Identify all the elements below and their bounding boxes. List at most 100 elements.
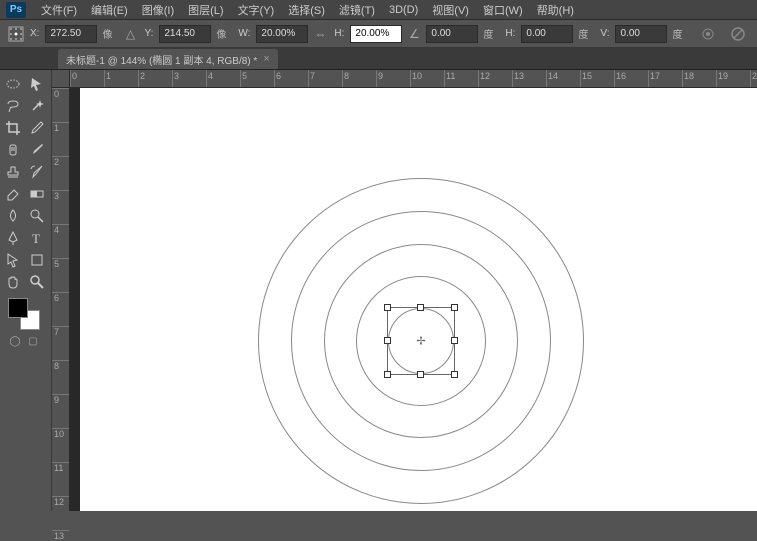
handle-se[interactable] xyxy=(451,371,458,378)
cancel-icon[interactable] xyxy=(727,25,749,43)
ruler-v-label: 12 xyxy=(54,497,64,507)
skew-v-label: V: xyxy=(600,28,609,39)
ruler-h-label: 5 xyxy=(242,71,247,81)
history-brush-tool[interactable] xyxy=(26,162,48,182)
y-unit: 像 xyxy=(216,26,226,41)
skew-h-unit: 度 xyxy=(578,26,588,41)
options-bar: X: 像 △ Y: 像 W: ⇔ H: ∠ 度 H: 度 V: 度 xyxy=(0,20,757,48)
stamp-tool[interactable] xyxy=(2,162,24,182)
canvas[interactable]: ✢ xyxy=(80,88,757,511)
ruler-h-label: 13 xyxy=(514,71,524,81)
ruler-v-label: 10 xyxy=(54,429,64,439)
x-input[interactable] xyxy=(45,25,97,43)
pen-tool[interactable] xyxy=(2,228,24,248)
ruler-v-label: 11 xyxy=(54,463,63,473)
handle-nw[interactable] xyxy=(384,304,391,311)
ruler-h-label: 8 xyxy=(344,71,349,81)
angle-unit: 度 xyxy=(483,26,493,41)
ruler-corner xyxy=(52,70,70,88)
brush-tool[interactable] xyxy=(26,140,48,160)
commit-icon[interactable] xyxy=(697,25,719,43)
eyedropper-tool[interactable] xyxy=(26,118,48,138)
ruler-h-label: 10 xyxy=(412,71,422,81)
skew-h-input[interactable] xyxy=(521,25,573,43)
transform-bounding-box[interactable]: ✢ xyxy=(387,307,455,375)
ruler-horizontal[interactable]: 01234567891011121314151617181920 xyxy=(70,70,757,88)
move-tool[interactable] xyxy=(26,74,48,94)
angle-input[interactable] xyxy=(426,25,478,43)
handle-ne[interactable] xyxy=(451,304,458,311)
ruler-h-label: 9 xyxy=(378,71,383,81)
menu-help[interactable]: 帮助(H) xyxy=(530,0,581,20)
blur-tool[interactable] xyxy=(2,206,24,226)
menu-select[interactable]: 选择(S) xyxy=(281,0,332,20)
menu-filter[interactable]: 滤镜(T) xyxy=(332,0,382,20)
menu-window[interactable]: 窗口(W) xyxy=(476,0,530,20)
ruler-v-label: 2 xyxy=(54,157,59,167)
ruler-v-label: 0 xyxy=(54,89,59,99)
ruler-v-label: 6 xyxy=(54,293,59,303)
crop-tool[interactable] xyxy=(2,118,24,138)
gradient-tool[interactable] xyxy=(26,184,48,204)
center-marker: ✢ xyxy=(416,335,425,348)
angle-icon: ∠ xyxy=(406,26,422,42)
handle-s[interactable] xyxy=(417,371,424,378)
handle-e[interactable] xyxy=(451,337,458,344)
eraser-tool[interactable] xyxy=(2,184,24,204)
handle-n[interactable] xyxy=(417,304,424,311)
tools-panel: T ◯ ▢ xyxy=(0,70,52,511)
ruler-h-label: 11 xyxy=(446,71,455,81)
path-select-tool[interactable] xyxy=(2,250,24,270)
lasso-tool[interactable] xyxy=(2,96,24,116)
type-tool[interactable]: T xyxy=(26,228,48,248)
document-tab[interactable]: 未标题-1 @ 144% (椭圆 1 副本 4, RGB/8) * × xyxy=(58,49,278,69)
handle-w[interactable] xyxy=(384,337,391,344)
ruler-vertical[interactable]: 012345678910111213 xyxy=(52,88,70,511)
menu-3d[interactable]: 3D(D) xyxy=(382,2,425,18)
ruler-v-label: 8 xyxy=(54,361,59,371)
document-tab-title: 未标题-1 @ 144% (椭圆 1 副本 4, RGB/8) * xyxy=(66,52,257,67)
hand-tool[interactable] xyxy=(2,272,24,292)
quickmask-icon[interactable]: ◯ xyxy=(8,334,22,348)
reference-point-icon[interactable] xyxy=(8,26,24,42)
close-icon[interactable]: × xyxy=(263,53,269,65)
workspace: 01234567891011121314151617181920 0123456… xyxy=(52,70,757,511)
ruler-h-label: 4 xyxy=(208,71,213,81)
foreground-swatch[interactable] xyxy=(8,298,28,318)
ruler-v-label: 4 xyxy=(54,225,59,235)
main-area: T ◯ ▢ 01234567891011121314151617181920 0… xyxy=(0,70,757,511)
menu-layer[interactable]: 图层(L) xyxy=(181,0,230,20)
skew-v-input[interactable] xyxy=(615,25,667,43)
ruler-h-label: 0 xyxy=(72,71,77,81)
ruler-h-label: 20 xyxy=(752,71,757,81)
w-input[interactable] xyxy=(256,25,308,43)
magic-wand-tool[interactable] xyxy=(26,96,48,116)
menu-type[interactable]: 文字(Y) xyxy=(231,0,282,20)
ruler-h-label: 16 xyxy=(616,71,626,81)
document-tab-bar: 未标题-1 @ 144% (椭圆 1 副本 4, RGB/8) * × xyxy=(0,48,757,70)
ruler-h-label: 15 xyxy=(582,71,592,81)
zoom-tool[interactable] xyxy=(26,272,48,292)
ruler-h-label: 3 xyxy=(174,71,179,81)
menu-file[interactable]: 文件(F) xyxy=(34,0,84,20)
ruler-v-label: 13 xyxy=(54,531,64,541)
marquee-tool[interactable] xyxy=(2,74,24,94)
color-swatches[interactable] xyxy=(8,298,40,330)
y-input[interactable] xyxy=(159,25,211,43)
app-logo: Ps xyxy=(6,2,26,18)
healing-tool[interactable] xyxy=(2,140,24,160)
ruler-h-label: 1 xyxy=(106,71,111,81)
y-label: Y: xyxy=(144,28,153,39)
shape-tool[interactable] xyxy=(26,250,48,270)
dodge-tool[interactable] xyxy=(26,206,48,226)
menu-edit[interactable]: 编辑(E) xyxy=(84,0,135,20)
triangle-icon[interactable]: △ xyxy=(122,26,138,42)
link-icon[interactable]: ⇔ xyxy=(312,26,328,42)
handle-sw[interactable] xyxy=(384,371,391,378)
svg-text:T: T xyxy=(32,231,40,246)
screenmode-icon[interactable]: ▢ xyxy=(26,334,40,348)
menu-image[interactable]: 图像(I) xyxy=(135,0,181,20)
h-input[interactable] xyxy=(350,25,402,43)
menu-view[interactable]: 视图(V) xyxy=(425,0,476,20)
w-label: W: xyxy=(238,28,250,39)
